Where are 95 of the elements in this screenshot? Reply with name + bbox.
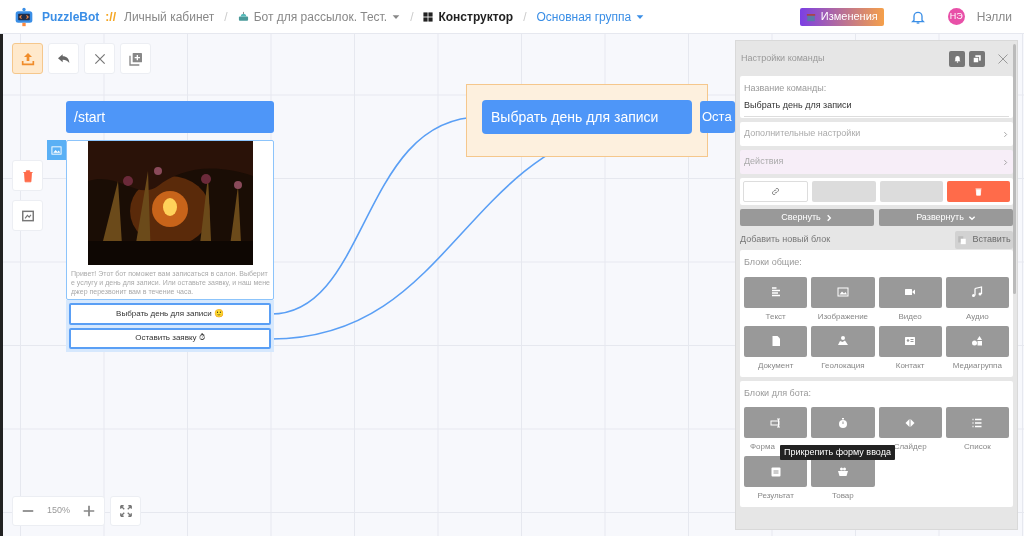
block-tile[interactable]	[945, 407, 1009, 438]
breadcrumb-link[interactable]: Конструктор	[423, 7, 514, 26]
breadcrumb-link[interactable]: Основная группа	[536, 7, 645, 26]
collapse-button[interactable]: Свернуть	[740, 209, 874, 226]
block-tile[interactable]	[945, 325, 1009, 357]
upload-icon	[19, 50, 36, 67]
breadcrumb-divider: /	[410, 8, 414, 26]
tooltip: Прикрепить форму ввода	[780, 445, 895, 460]
brand-name: PuzzleBot	[42, 8, 100, 26]
video-camera-icon	[904, 286, 917, 298]
block-label: Слайдер	[893, 441, 927, 453]
block-tile[interactable]	[744, 276, 808, 308]
music-note-icon	[971, 286, 984, 298]
paste-button[interactable]: Вставить	[955, 231, 1013, 249]
block-tile[interactable]	[945, 276, 1009, 308]
user-name: Нэлли	[976, 8, 1012, 26]
panel-title: Настройки команды	[741, 51, 826, 65]
frame-icon	[20, 208, 35, 223]
block-label: Аудио	[966, 310, 989, 323]
section-label: Добавить новый блок	[740, 233, 832, 247]
shapes-icon	[971, 335, 984, 347]
block-tile[interactable]	[744, 456, 808, 487]
block-label: Форма	[750, 441, 775, 453]
block-tile[interactable]	[811, 407, 875, 438]
link-icon	[771, 187, 781, 196]
chevron-right-icon	[824, 213, 833, 222]
caret-icon	[636, 12, 645, 21]
breadcrumb-link[interactable]: Бот для рассылок. Тест.	[237, 7, 401, 26]
command-node[interactable]: Оста	[700, 101, 735, 133]
add-copy-icon	[127, 50, 144, 67]
close-icon[interactable]	[997, 52, 1009, 65]
plus-icon[interactable]	[82, 504, 96, 518]
breadcrumb-divider: /	[224, 8, 228, 26]
block-label: Список	[964, 441, 991, 453]
left-right-arrows-icon	[904, 416, 917, 429]
copy-icon	[972, 53, 982, 64]
changes-button[interactable]: Изменения	[799, 7, 884, 26]
basket-icon	[836, 465, 849, 478]
grid-icon	[423, 11, 434, 22]
chevron-right-icon	[1002, 158, 1009, 166]
stopwatch-icon	[836, 416, 849, 429]
command-node[interactable]: /start	[66, 101, 274, 133]
group-title: Блоки общие:	[744, 256, 803, 269]
bell-button[interactable]	[949, 50, 965, 67]
caret-icon	[392, 12, 401, 21]
copy-button[interactable]	[969, 50, 985, 67]
block-label: Геолокация	[821, 359, 865, 372]
delete-button[interactable]	[946, 181, 1010, 202]
block-label: Изображение	[817, 310, 869, 323]
settings-section[interactable]: Дополнительные настройки	[740, 122, 1013, 146]
settings-section[interactable]: Действия	[740, 150, 1013, 174]
block-tile[interactable]	[811, 276, 875, 308]
paste-icon	[957, 235, 968, 245]
lines-icon	[769, 286, 782, 298]
block-label: Документ	[757, 359, 794, 372]
block-tile[interactable]	[878, 325, 942, 357]
block-label: Видео	[898, 310, 922, 323]
image-icon	[51, 144, 62, 156]
breadcrumb-divider: /	[523, 8, 527, 26]
input-field-icon	[769, 416, 782, 429]
name-field[interactable]: Название команды: Выбрать день для записи	[740, 76, 1013, 118]
block-label: Медиагруппа	[952, 359, 1002, 372]
gift-icon	[805, 11, 816, 22]
image-icon	[836, 286, 849, 298]
bell-icon	[952, 54, 962, 63]
block-tile[interactable]	[878, 407, 942, 438]
delete-button[interactable]	[12, 160, 43, 191]
command-node[interactable]: Выбрать день для записи	[483, 101, 691, 133]
form-icon	[769, 465, 782, 478]
breadcrumb-link[interactable]: Личный кабинет	[124, 7, 215, 26]
user-avatar[interactable]: НЭ	[947, 8, 965, 25]
chevron-down-icon	[967, 213, 976, 222]
block-label: Результат	[757, 490, 794, 502]
fullscreen-button[interactable]	[110, 496, 141, 526]
block-tile[interactable]	[878, 276, 942, 308]
block-label: Товар	[832, 490, 854, 502]
block-tile[interactable]	[744, 407, 808, 438]
block-tile[interactable]	[744, 325, 808, 357]
reply-button[interactable]: Оставить заявку ⏱	[69, 327, 271, 349]
trash-icon	[973, 187, 983, 196]
trash-icon	[20, 168, 35, 183]
frame-button[interactable]	[12, 200, 43, 231]
contact-card-icon	[904, 335, 917, 347]
cake-icon	[237, 11, 249, 22]
chevron-right-icon	[1002, 130, 1009, 138]
expand-icon	[118, 504, 133, 518]
expand-button[interactable]: Развернуть	[879, 209, 1013, 226]
reply-button[interactable]: Выбрать день для записи 🙂	[69, 303, 271, 325]
list-icon	[971, 416, 984, 429]
group-title: Блоки для бота:	[744, 386, 812, 400]
block-label: Контакт	[895, 359, 925, 372]
brand-separator: ://	[105, 8, 116, 26]
zoom-level: 150%	[47, 504, 70, 518]
block-tile[interactable]	[811, 325, 875, 357]
block-label: Текст	[765, 310, 786, 323]
